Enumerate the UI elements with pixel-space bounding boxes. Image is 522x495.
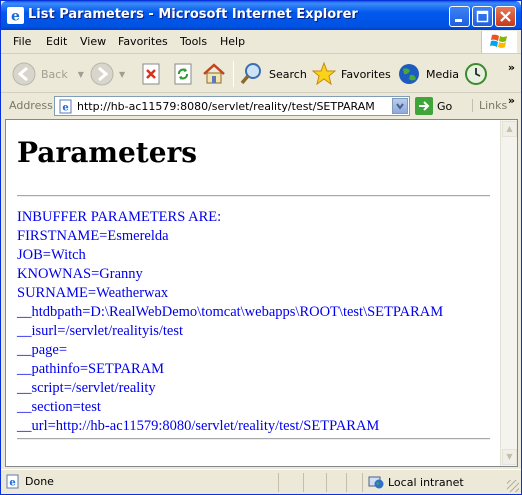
favorites-label: Favorites [341, 67, 391, 81]
forward-arrow-icon [90, 62, 114, 86]
minimize-button[interactable] [449, 6, 470, 27]
media-label: Media [426, 67, 460, 81]
status-divider [362, 473, 363, 492]
search-button[interactable]: Search [239, 59, 307, 89]
links-toolbar[interactable]: Links [472, 99, 507, 112]
status-text-area: e Done [5, 474, 54, 489]
scroll-down-icon[interactable]: ▼ [502, 449, 517, 465]
back-arrow-icon [12, 62, 36, 86]
links-label: Links [479, 99, 508, 112]
menu-view[interactable]: View [80, 35, 106, 48]
menu-help[interactable]: Help [220, 35, 245, 48]
horizontal-rule [17, 195, 490, 197]
maximize-icon [476, 10, 489, 23]
list-item: KNOWNAS=Granny [17, 266, 143, 282]
menu-bar: File Edit View Favorites Tools Help [1, 30, 521, 54]
address-url: http://hb-ac11579:8080/servlet/reality/t… [77, 100, 375, 113]
media-button[interactable]: Media [396, 59, 459, 89]
media-globe-icon [399, 64, 419, 84]
list-item: JOB=Witch [17, 247, 86, 263]
address-dropdown-button[interactable] [392, 98, 408, 114]
history-clock-icon [465, 63, 487, 85]
back-button[interactable]: Back ▼ [11, 59, 84, 89]
browser-window: e List Parameters - Microsoft Internet E… [0, 0, 522, 495]
toolbar-separator [233, 61, 234, 87]
page-viewport[interactable]: Parameters INBUFFER PARAMETERS ARE: FIRS… [5, 119, 518, 467]
back-dropdown-icon: ▼ [77, 69, 84, 79]
links-overflow-icon[interactable]: » [508, 94, 515, 107]
stop-icon [142, 63, 160, 85]
toolbar-overflow-icon[interactable]: » [508, 61, 515, 74]
window-title: List Parameters - Microsoft Internet Exp… [28, 7, 358, 22]
horizontal-rule [17, 438, 490, 440]
windows-flag-icon [490, 34, 507, 48]
list-item: __section=test [17, 399, 101, 415]
list-item: __url=http://hb-ac11579:8080/servlet/rea… [17, 418, 380, 434]
svg-text:e: e [11, 9, 20, 25]
vertical-scrollbar[interactable]: ▲ ▼ [500, 120, 517, 466]
status-divider [303, 473, 304, 492]
list-item: SURNAME=Weatherwax [17, 285, 169, 301]
search-label: Search [269, 67, 307, 81]
list-item: __script=/servlet/reality [17, 380, 156, 396]
menu-favorites[interactable]: Favorites [118, 35, 168, 48]
forward-button[interactable]: ▼ [89, 59, 125, 89]
scroll-up-icon[interactable]: ▲ [502, 121, 517, 137]
list-item: INBUFFER PARAMETERS ARE: [17, 209, 222, 225]
svg-text:e: e [62, 103, 68, 114]
list-item: FIRSTNAME=Esmerelda [17, 228, 169, 244]
status-divider [326, 473, 327, 492]
parameter-list: INBUFFER PARAMETERS ARE: FIRSTNAME=Esmer… [17, 208, 443, 436]
standard-toolbar: Back ▼ ▼ Search Favorites Media [1, 55, 521, 93]
address-bar: Address e http://hb-ac11579:8080/servlet… [1, 94, 521, 118]
search-icon [240, 63, 261, 85]
menu-edit[interactable]: Edit [46, 35, 67, 48]
page-icon: e [59, 99, 72, 114]
favorites-button[interactable]: Favorites [311, 59, 391, 89]
list-item: __htdbpath=D:\RealWebDemo\tomcat\webapps… [17, 304, 444, 320]
maximize-button[interactable] [472, 6, 493, 27]
refresh-icon [174, 63, 192, 85]
refresh-button[interactable] [171, 59, 195, 89]
svg-text:e: e [9, 478, 15, 489]
menu-tools[interactable]: Tools [180, 35, 207, 48]
go-arrow-icon [415, 97, 433, 115]
title-bar[interactable]: e List Parameters - Microsoft Internet E… [1, 1, 521, 30]
home-icon [203, 63, 225, 84]
home-button[interactable] [201, 59, 227, 89]
status-text: Done [25, 475, 54, 488]
page-heading: Parameters [17, 136, 198, 169]
address-label: Address [9, 99, 53, 112]
close-button[interactable] [495, 6, 516, 27]
zone-label: Local intranet [388, 475, 464, 489]
ie-logo-icon: e [7, 7, 24, 24]
page-done-icon: e [6, 474, 19, 489]
status-divider [346, 473, 347, 492]
minimize-icon [455, 19, 462, 22]
status-bar: e Done Local intranet [1, 469, 521, 494]
windows-logo [481, 31, 517, 53]
list-item: __pathinfo=SETPARAM [17, 361, 165, 377]
go-label: Go [437, 99, 453, 113]
history-button[interactable] [463, 59, 489, 89]
address-input[interactable]: e http://hb-ac11579:8080/servlet/reality… [54, 96, 410, 116]
close-icon [500, 11, 511, 22]
forward-dropdown-icon: ▼ [119, 69, 126, 79]
menu-file[interactable]: File [13, 35, 31, 48]
security-zone[interactable]: Local intranet [368, 474, 464, 490]
back-label: Back [41, 67, 68, 81]
intranet-globe-icon [368, 476, 384, 489]
list-item: __page= [17, 342, 68, 358]
star-icon [311, 61, 337, 86]
resize-grip-icon[interactable] [507, 480, 519, 492]
go-button[interactable]: Go [415, 97, 452, 115]
list-item: __isurl=/servlet/realityis/test [17, 323, 184, 339]
chevron-down-icon [396, 103, 404, 110]
status-divider [278, 473, 279, 492]
stop-button[interactable] [139, 59, 163, 89]
